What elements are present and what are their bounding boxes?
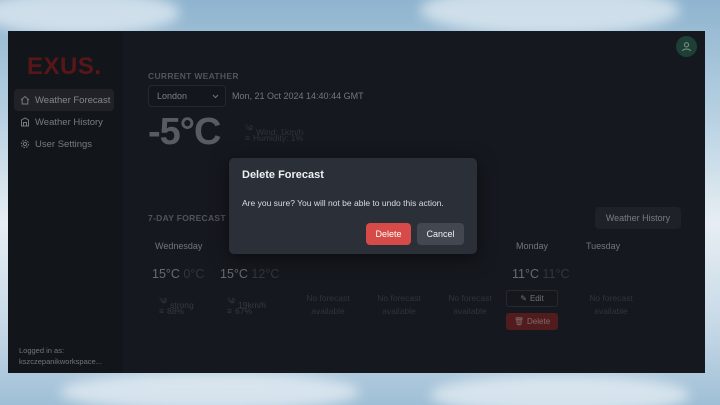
sky-cloud <box>60 372 360 405</box>
dialog-message: Are you sure? You will not be able to un… <box>242 198 444 208</box>
delete-forecast-dialog: Delete Forecast Are you sure? You will n… <box>229 158 477 254</box>
sky-cloud <box>0 0 180 35</box>
confirm-delete-button[interactable]: Delete <box>366 223 411 245</box>
sky-cloud <box>420 0 680 35</box>
cancel-button[interactable]: Cancel <box>417 223 464 245</box>
sky-cloud <box>430 375 690 405</box>
dialog-title: Delete Forecast <box>242 169 324 181</box>
